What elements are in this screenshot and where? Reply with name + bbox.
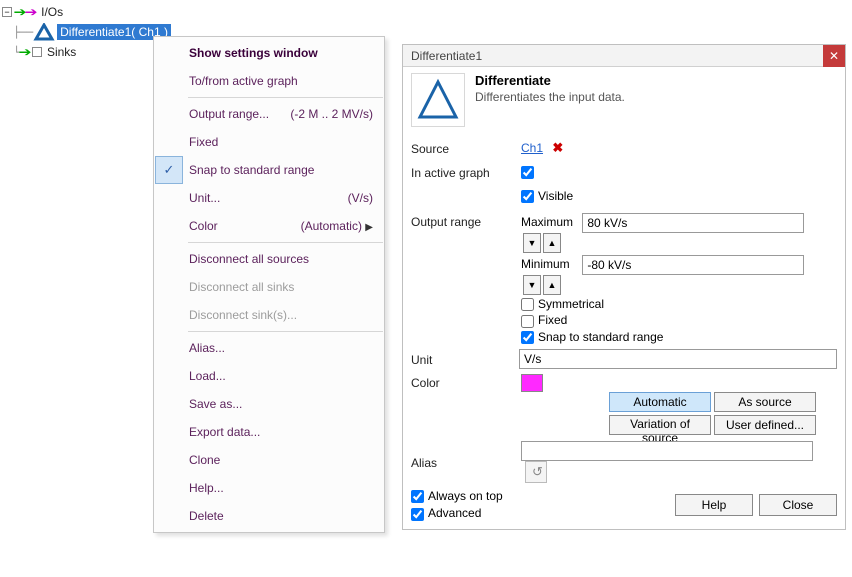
triangle-icon [33,23,55,41]
arrow-in-icon: ➔ [18,46,31,58]
label-maximum: Maximum [521,215,579,229]
ctx-toggle-graph[interactable]: To/from active graph [155,67,383,95]
window-title: Differentiate1 [403,49,482,63]
ctx-unit[interactable]: Unit...(V/s) [155,184,383,212]
maximum-spin-down[interactable]: ▼ [523,233,541,253]
header-icon-box [411,73,465,127]
separator [188,242,383,243]
header-title: Differentiate [475,73,625,88]
tree-row-root[interactable]: − ➔ ➔ I/Os [0,2,400,22]
ctx-fixed[interactable]: Fixed [155,128,383,156]
color-swatch[interactable] [521,374,543,392]
settings-window: Differentiate1 ✕ Differentiate Different… [402,44,846,530]
always-on-top-checkbox[interactable] [411,490,424,503]
help-button[interactable]: Help [675,494,753,516]
color-user-defined-button[interactable]: User defined... [714,415,816,435]
unit-input[interactable] [519,349,837,369]
ctx-disconnect-sink-sel: Disconnect sink(s)... [155,301,383,329]
ctx-show-settings[interactable]: Show settings window [155,39,383,67]
always-on-top-label[interactable]: Always on top [411,489,503,503]
tree-branch-icon: └ [0,46,20,59]
fixed-checkbox[interactable] [521,315,534,328]
ctx-save-as[interactable]: Save as... [155,390,383,418]
ctx-export-data[interactable]: Export data... [155,418,383,446]
label-alias: Alias [411,454,521,470]
tree-toggle-root[interactable]: − [2,7,12,17]
snap-label[interactable]: Snap to standard range [521,330,663,344]
minimum-spin-up[interactable]: ▲ [543,275,561,295]
ctx-snap[interactable]: ✓ Snap to standard range [155,156,383,184]
ctx-color[interactable]: Color(Automatic) ▶ [155,212,383,240]
fixed-label[interactable]: Fixed [521,313,567,327]
minimum-spin-down[interactable]: ▼ [523,275,541,295]
advanced-checkbox[interactable] [411,508,424,521]
color-variation-button[interactable]: Variation of source [609,415,711,435]
ctx-help[interactable]: Help... [155,474,383,502]
color-as-source-button[interactable]: As source [714,392,816,412]
ctx-disconnect-sinks: Disconnect all sinks [155,273,383,301]
label-in-active-graph: In active graph [411,164,521,180]
context-menu: Show settings window To/from active grap… [153,36,385,533]
alias-input[interactable] [521,441,813,461]
label-output-range: Output range [411,213,521,229]
close-icon: ✕ [829,49,839,63]
separator [188,97,383,98]
symmetrical-checkbox[interactable] [521,298,534,311]
symmetrical-label[interactable]: Symmetrical [521,297,604,311]
ctx-output-range[interactable]: Output range...(-2 M .. 2 MV/s) [155,100,383,128]
ctx-disconnect-sources[interactable]: Disconnect all sources [155,245,383,273]
advanced-label[interactable]: Advanced [411,506,503,520]
sinks-box-icon [32,47,42,57]
label-source: Source [411,140,521,156]
snap-checkbox[interactable] [521,331,534,344]
titlebar: Differentiate1 ✕ [403,45,845,67]
alias-reset-button[interactable]: ↺ [525,461,547,483]
triangle-icon [415,77,461,123]
label-unit: Unit [411,351,519,367]
maximum-spin-up[interactable]: ▲ [543,233,561,253]
submenu-arrow-icon: ▶ [365,222,373,233]
in-active-graph-checkbox[interactable] [521,166,534,179]
visible-checkbox[interactable] [521,190,534,203]
ctx-load[interactable]: Load... [155,362,383,390]
arrow-out-icon: ➔ [25,6,38,18]
ctx-clone[interactable]: Clone [155,446,383,474]
visible-label[interactable]: Visible [521,189,573,203]
tree-label-sinks[interactable]: Sinks [44,44,79,60]
maximum-input[interactable] [582,213,804,233]
check-icon: ✓ [155,156,183,184]
remove-source-button[interactable]: ✖ [552,140,563,155]
label-minimum: Minimum [521,257,579,271]
ctx-delete[interactable]: Delete [155,502,383,530]
color-automatic-button[interactable]: Automatic [609,392,711,412]
close-dialog-button[interactable]: Close [759,494,837,516]
close-button[interactable]: ✕ [823,45,845,67]
ctx-alias[interactable]: Alias... [155,334,383,362]
label-color: Color [411,374,521,390]
tree-branch-icon: ├── [0,26,33,39]
tree-label-root[interactable]: I/Os [38,4,66,20]
undo-icon: ↺ [532,464,543,479]
minimum-input[interactable] [582,255,804,275]
header-description: Differentiates the input data. [475,90,625,104]
source-link[interactable]: Ch1 [521,141,543,155]
separator [188,331,383,332]
